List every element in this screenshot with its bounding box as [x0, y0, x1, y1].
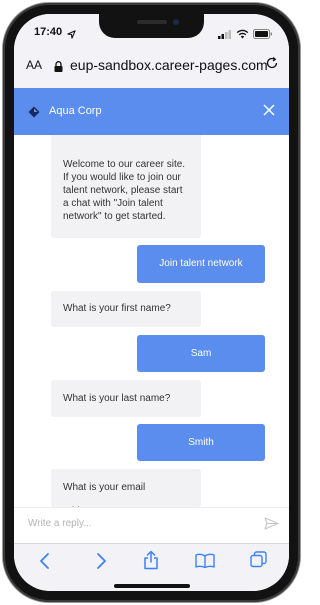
bot-message: Welcome to our career site. If you would…: [51, 135, 201, 238]
reply-input[interactable]: [28, 518, 248, 529]
reload-icon[interactable]: [265, 56, 279, 75]
message-list[interactable]: Welcome to our career site. If you would…: [14, 135, 289, 507]
company-name: Aqua Corp: [49, 105, 102, 117]
send-icon[interactable]: [264, 517, 279, 535]
signal-icon: [218, 26, 232, 44]
bot-message: What is your email address?: [51, 469, 201, 507]
lock-icon: [54, 59, 63, 77]
speaker-grille: [137, 20, 167, 24]
user-message: Smith: [137, 424, 265, 461]
front-camera: [173, 19, 179, 25]
status-time: 17:40: [34, 26, 63, 38]
battery-icon: [253, 26, 273, 44]
user-message: Join talent network: [137, 245, 265, 283]
wifi-icon: [236, 26, 249, 44]
bookmarks-icon[interactable]: [195, 553, 215, 573]
bot-message: What is your last name?: [51, 380, 201, 417]
url-text[interactable]: eup-sandbox.career-pages.com: [70, 57, 268, 73]
browser-toolbar: [14, 543, 289, 591]
tabs-icon[interactable]: [250, 551, 267, 573]
user-message: Sam: [137, 335, 265, 372]
address-bar[interactable]: AA eup-sandbox.career-pages.com: [14, 44, 289, 89]
home-indicator: [114, 584, 190, 588]
text-size-button[interactable]: AA: [26, 58, 42, 72]
forward-icon[interactable]: [94, 552, 108, 575]
phone-screen: 17:40 AA eup-sandbox.career-pages.com Aq…: [14, 14, 289, 591]
phone-frame: 17:40 AA eup-sandbox.career-pages.com Aq…: [3, 3, 300, 602]
bot-message: What is your first name?: [51, 291, 201, 327]
close-icon[interactable]: [262, 103, 276, 122]
company-logo-icon: [28, 105, 40, 123]
notch: [99, 14, 204, 38]
share-icon[interactable]: [143, 550, 159, 575]
back-icon[interactable]: [38, 552, 52, 575]
reply-bar: [14, 507, 289, 544]
chat-header: Aqua Corp: [14, 88, 289, 135]
location-arrow-icon: [67, 26, 76, 44]
